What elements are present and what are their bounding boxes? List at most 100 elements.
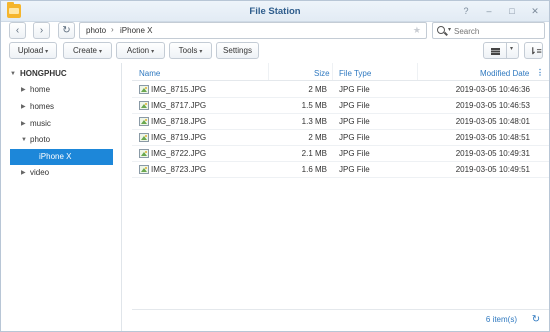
status-bar: 6 item(s) ↻ (132, 309, 549, 331)
tools-button[interactable]: Tools ▾ (169, 42, 212, 59)
tree-label: music (30, 119, 51, 128)
file-modified: 2019-03-05 10:48:01 (455, 117, 530, 126)
tree-item-photo[interactable]: ▼ photo (1, 132, 122, 148)
chevron-down-icon[interactable]: ▼ (10, 66, 16, 82)
table-row[interactable]: IMG_8719.JPG 2 MB JPG File 2019-03-05 10… (132, 130, 549, 146)
table-row[interactable]: IMG_8718.JPG 1.3 MB JPG File 2019-03-05 … (132, 114, 549, 130)
file-name: IMG_8722.JPG (151, 149, 207, 158)
tree-item-home[interactable]: ▶ home (1, 82, 122, 98)
search-icon[interactable] (437, 26, 445, 34)
action-label: Action (126, 46, 150, 55)
forward-button[interactable]: › (33, 22, 50, 39)
chevron-right-icon[interactable]: ▶ (21, 116, 26, 132)
image-file-icon (139, 133, 149, 142)
tree-item-video[interactable]: ▶ video (1, 165, 122, 181)
file-name: IMG_8719.JPG (151, 133, 207, 142)
chevron-down-icon[interactable]: ▾ (448, 26, 451, 33)
file-modified: 2019-03-05 10:49:51 (455, 165, 530, 174)
file-name: IMG_8718.JPG (151, 117, 207, 126)
tree-label: photo (30, 135, 51, 144)
file-size: 1.5 MB (301, 101, 327, 110)
file-name: IMG_8717.JPG (151, 101, 207, 110)
minimize-button[interactable]: – (483, 5, 495, 17)
create-label: Create (72, 46, 97, 55)
breadcrumb-iphone-x[interactable]: iPhone X (120, 26, 152, 35)
breadcrumb-photo[interactable]: photo (86, 26, 106, 35)
image-file-icon (139, 101, 149, 110)
view-mode-dropdown[interactable]: ▾ (506, 42, 519, 59)
tree-item-iphone-x[interactable]: iPhone X (10, 149, 113, 165)
file-size: 1.6 MB (301, 165, 327, 174)
chevron-down-icon: ▾ (99, 49, 103, 55)
tree-item-homes[interactable]: ▶ homes (1, 99, 122, 115)
maximize-button[interactable]: □ (506, 5, 518, 17)
action-button[interactable]: Action ▾ (116, 42, 165, 59)
file-list: Name Size File Type Modified Date ⋮ IMG_… (132, 63, 549, 331)
folder-tree: ▼ HONGPHUC ▶ home ▶ homes ▶ music ▼ phot… (1, 63, 122, 331)
table-row[interactable]: IMG_8722.JPG 2.1 MB JPG File 2019-03-05 … (132, 146, 549, 162)
tree-label: HONGPHUC (20, 69, 67, 78)
file-type: JPG File (339, 85, 370, 94)
table-row[interactable]: IMG_8723.JPG 1.6 MB JPG File 2019-03-05 … (132, 162, 549, 178)
chevron-down-icon: ▾ (151, 49, 155, 55)
list-view-button[interactable] (483, 42, 507, 59)
chevron-right-icon[interactable]: ▶ (21, 82, 26, 98)
tree-item-music[interactable]: ▶ music (1, 116, 122, 132)
close-button[interactable]: ✕ (529, 5, 541, 17)
item-count: 6 item(s) (485, 315, 517, 324)
window-controls: ? – □ ✕ (460, 5, 541, 17)
favorite-star-icon[interactable]: ★ (413, 25, 421, 36)
file-modified: 2019-03-05 10:46:36 (455, 85, 530, 94)
image-file-icon (139, 149, 149, 158)
sort-button[interactable]: ⇂≡ (524, 42, 543, 59)
file-size: 2 MB (308, 133, 327, 142)
file-station-window: File Station ? – □ ✕ ‹ › ↻ photo › iPhon… (0, 0, 550, 332)
refresh-button[interactable]: ↻ (58, 22, 75, 39)
file-modified: 2019-03-05 10:49:31 (455, 149, 530, 158)
chevron-right-icon[interactable]: ▶ (21, 165, 26, 181)
tree-label: iPhone X (39, 152, 72, 161)
tree-root-hongphuc[interactable]: ▼ HONGPHUC (1, 66, 122, 82)
chevron-right-icon[interactable]: ▶ (21, 99, 26, 115)
file-modified: 2019-03-05 10:46:53 (455, 101, 530, 110)
file-type: JPG File (339, 133, 370, 142)
settings-button[interactable]: Settings (216, 42, 259, 59)
table-row[interactable]: IMG_8715.JPG 2 MB JPG File 2019-03-05 10… (132, 82, 549, 98)
chevron-down-icon: ▾ (510, 46, 514, 52)
file-name: IMG_8723.JPG (151, 165, 207, 174)
image-file-icon (139, 165, 149, 174)
sort-icon: ⇂≡ (529, 46, 542, 56)
upload-button[interactable]: Upload ▾ (9, 42, 57, 59)
header-divider (132, 80, 549, 81)
navigation-bar: ‹ › ↻ photo › iPhone X ★ ▾ (1, 22, 549, 40)
tree-label: home (30, 85, 51, 94)
image-file-icon (139, 117, 149, 126)
list-view-icon (491, 48, 500, 50)
file-type: JPG File (339, 149, 370, 158)
chevron-down-icon: ▾ (199, 49, 203, 55)
help-button[interactable]: ? (460, 5, 472, 17)
file-modified: 2019-03-05 10:48:51 (455, 133, 530, 142)
file-type: JPG File (339, 117, 370, 126)
path-bar[interactable]: photo › iPhone X ★ (79, 22, 427, 39)
back-button[interactable]: ‹ (9, 22, 26, 39)
table-row[interactable]: IMG_8717.JPG 1.5 MB JPG File 2019-03-05 … (132, 98, 549, 114)
refresh-icon[interactable]: ↻ (529, 313, 543, 327)
file-type: JPG File (339, 165, 370, 174)
title-bar[interactable]: File Station ? – □ ✕ (1, 1, 549, 22)
chevron-down-icon: ▾ (45, 49, 49, 55)
image-file-icon (139, 85, 149, 94)
column-divider (417, 63, 418, 81)
tree-label: homes (30, 102, 55, 111)
chevron-down-icon[interactable]: ▼ (21, 132, 27, 148)
file-size: 2 MB (308, 85, 327, 94)
tools-label: Tools (178, 46, 198, 55)
settings-label: Settings (223, 46, 252, 55)
search-box[interactable]: ▾ (432, 22, 545, 39)
tree-label: video (30, 168, 50, 177)
column-options-icon[interactable]: ⋮ (536, 68, 544, 77)
search-input[interactable] (454, 25, 540, 37)
breadcrumb-separator-icon: › (111, 25, 114, 34)
file-size: 1.3 MB (301, 117, 327, 126)
create-button[interactable]: Create ▾ (63, 42, 112, 59)
